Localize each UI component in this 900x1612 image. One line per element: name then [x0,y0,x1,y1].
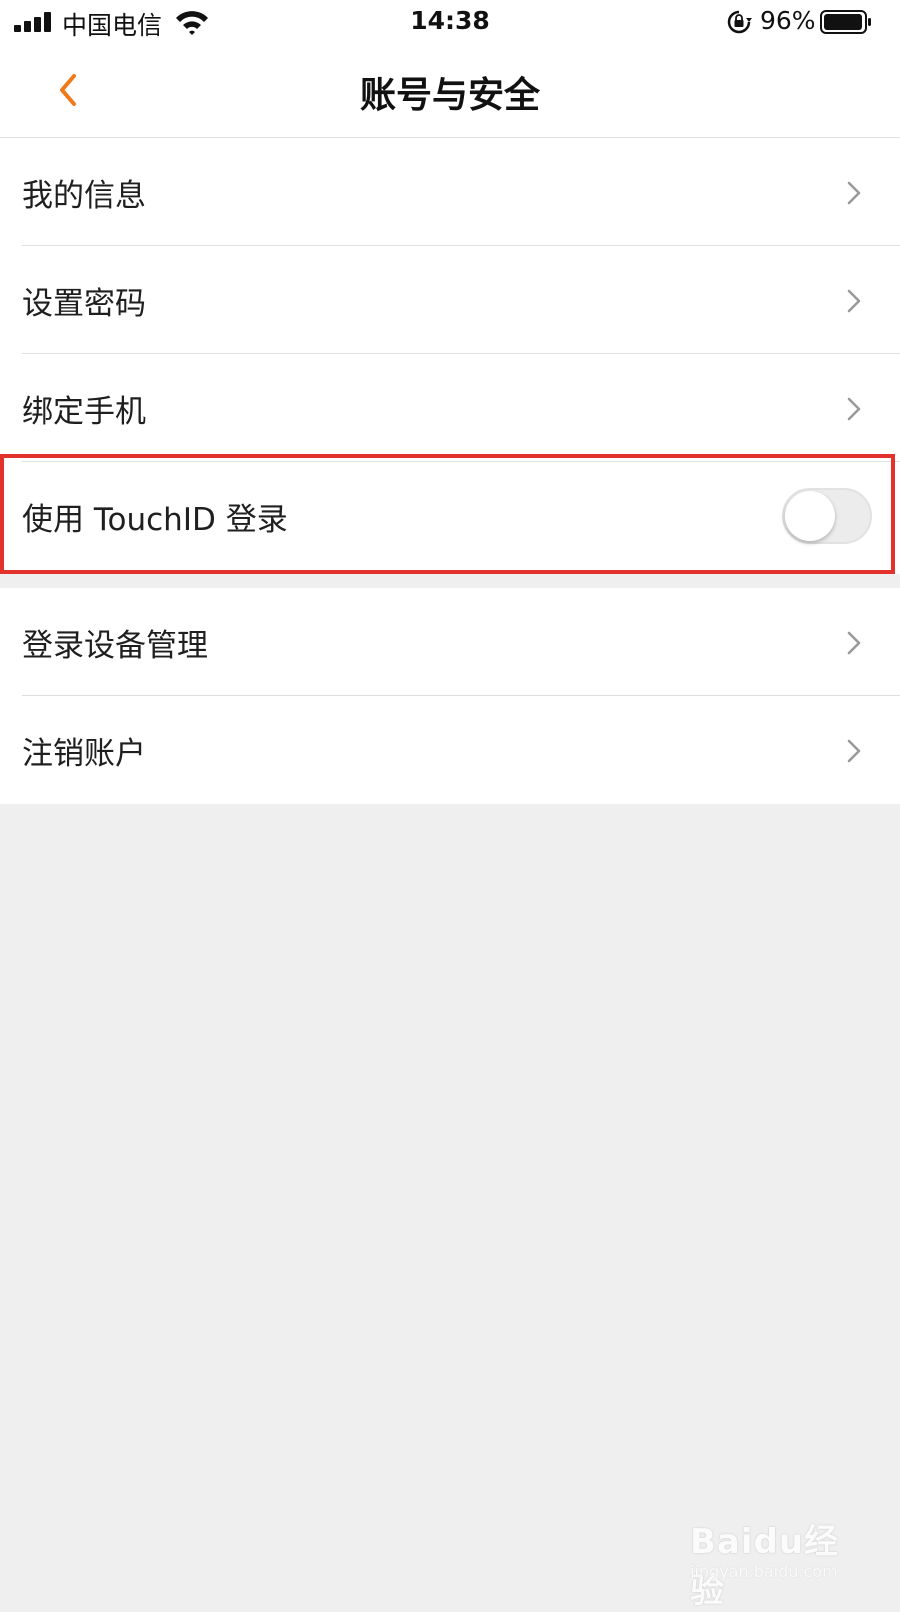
settings-item-set-password[interactable]: 设置密码 [0,246,900,354]
section-gap [0,574,900,588]
chevron-left-icon [60,74,76,106]
battery-percentage: 96% [760,6,816,35]
watermark: Baidu经验 jingyan.baidu.com [690,1500,870,1611]
settings-item-label: 绑定手机 [22,394,146,430]
status-bar: 中国电信 14:38 96% [0,0,900,46]
settings-item-delete-account[interactable]: 注销账户 [0,696,900,804]
status-time: 14:38 [410,6,490,35]
settings-list: 我的信息 设置密码 绑定手机 使用 TouchID 登录 登录设备管理 注销账户 [0,138,900,804]
chevron-right-icon [847,397,861,421]
battery-icon [820,10,871,34]
navigation-bar: 账号与安全 [0,46,900,138]
orientation-lock-icon [727,10,752,34]
touchid-toggle[interactable] [782,488,872,544]
toggle-knob [785,491,835,541]
signal-icon [14,12,52,32]
chevron-right-icon [847,289,861,313]
settings-item-device-management[interactable]: 登录设备管理 [0,588,900,696]
chevron-right-icon [847,181,861,205]
settings-item-label: 设置密码 [22,286,146,322]
page-title: 账号与安全 [359,75,540,116]
watermark-url: jingyan.baidu.com [690,1562,838,1581]
settings-item-label: 我的信息 [22,178,146,214]
carrier-name: 中国电信 [62,11,163,40]
settings-item-label: 注销账户 [22,736,146,772]
settings-item-my-info[interactable]: 我的信息 [0,138,900,246]
settings-item-label: 使用 TouchID 登录 [22,502,288,538]
settings-item-bind-phone[interactable]: 绑定手机 [0,354,900,462]
settings-item-label: 登录设备管理 [22,628,208,664]
settings-item-touchid-login: 使用 TouchID 登录 [0,462,900,570]
chevron-right-icon [847,739,861,763]
back-button[interactable] [46,66,90,114]
wifi-icon [176,11,208,35]
chevron-right-icon [847,631,861,655]
